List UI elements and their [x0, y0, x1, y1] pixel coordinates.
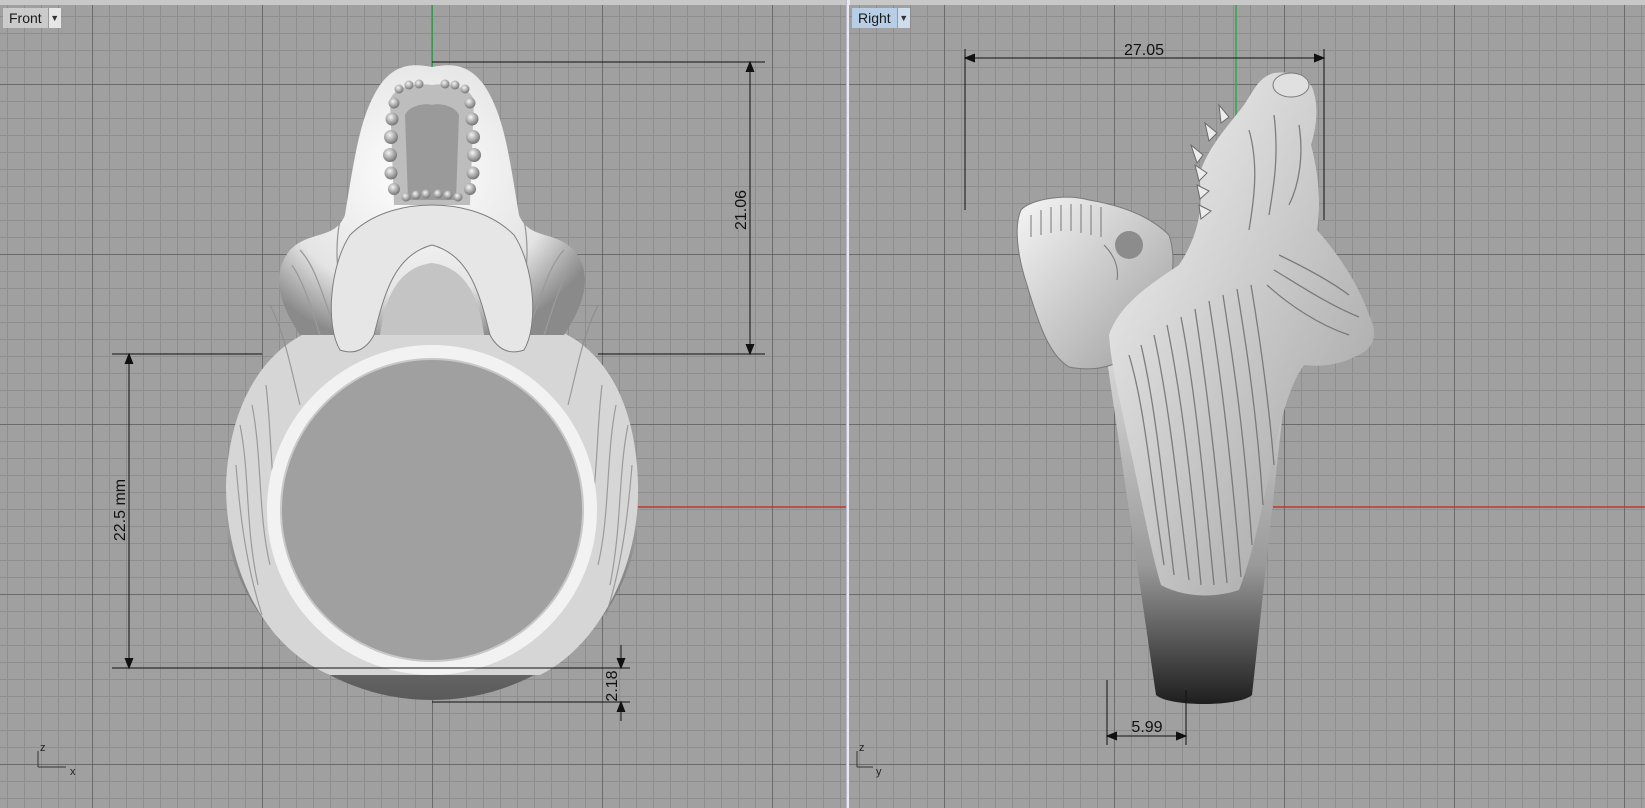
dimension-top-width-label: 27.05	[1124, 42, 1164, 59]
right-scene: 27.05 5.99 z y	[856, 5, 1645, 778]
svg-text:z: z	[40, 742, 46, 754]
viewport-label-right[interactable]: Right ▼	[852, 8, 910, 28]
svg-text:y: y	[876, 766, 882, 778]
ring-model-front	[226, 65, 639, 700]
viewport-right[interactable]: 27.05 5.99 z y Right ▼	[849, 5, 1645, 808]
viewport-label-front[interactable]: Front ▼	[3, 8, 61, 28]
dimension-top-height-label: 21.06	[733, 190, 750, 230]
axis-gizmo-right: z y	[856, 742, 882, 778]
front-scene: 21.06 22.5 mm 2.18 z x	[37, 5, 846, 778]
dimension-shank-width-label: 5.99	[1131, 719, 1162, 736]
ring-model-right	[1016, 72, 1374, 704]
svg-text:x: x	[70, 766, 76, 778]
chevron-down-icon[interactable]: ▼	[47, 8, 61, 28]
chevron-down-icon[interactable]: ▼	[896, 8, 910, 28]
dimension-inner-diameter-label: 22.5 mm	[112, 479, 129, 541]
viewport-front[interactable]: 21.06 22.5 mm 2.18 z x Front ▼	[0, 5, 846, 808]
dimension-shank-thickness-label: 2.18	[604, 670, 621, 701]
viewport-title-front[interactable]: Front	[3, 8, 48, 28]
svg-text:z: z	[859, 742, 865, 754]
axis-gizmo-front: z x	[37, 742, 76, 778]
viewport-title-right[interactable]: Right	[852, 8, 897, 28]
